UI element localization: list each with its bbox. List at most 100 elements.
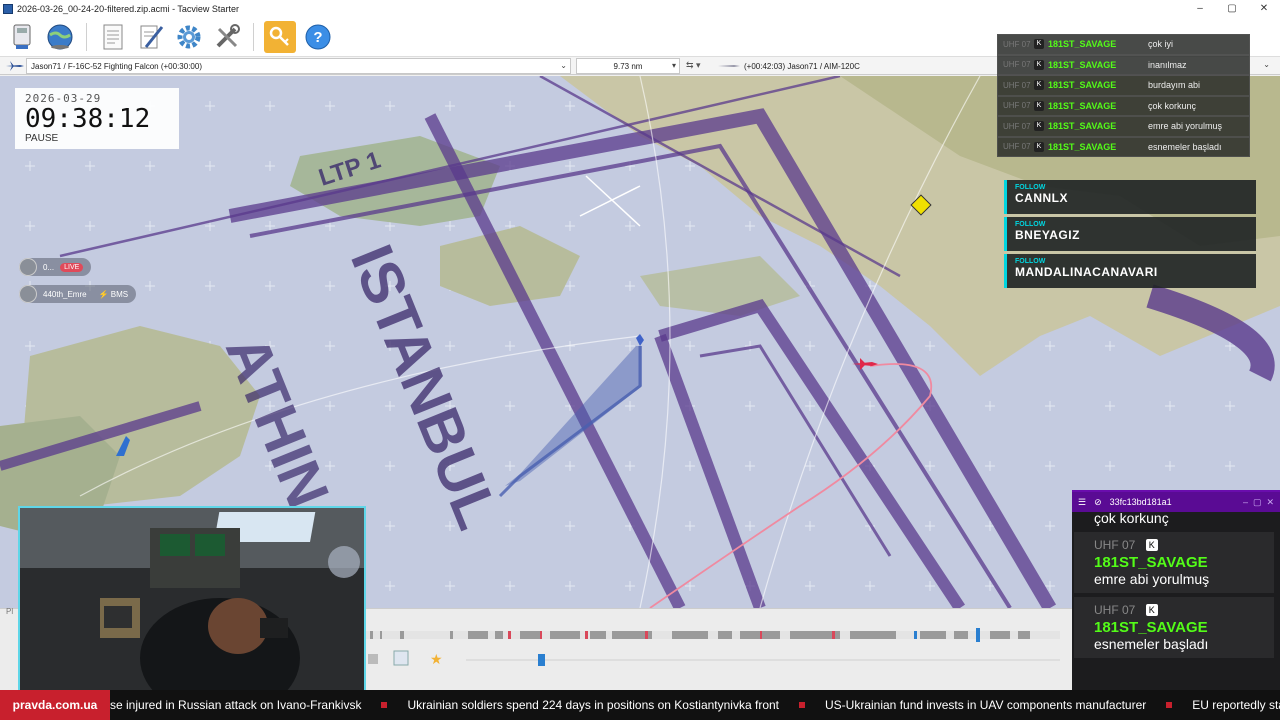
follow-label: FOLLOW	[1015, 184, 1046, 191]
chat-overlay-list: UHF 07 K 181ST_SAVAGE çok iyi UHF 07 K 1…	[997, 34, 1250, 158]
ticker-item: EU reportedly stalls Hu	[1192, 698, 1280, 712]
primary-object-select[interactable]: Jason71 / F-16C-52 Fighting Falcon (+00:…	[26, 58, 571, 74]
notepad-icon[interactable]	[135, 21, 167, 53]
news-ticker: se injured in Russian attack on Ivano-Fr…	[0, 690, 1280, 720]
close-button[interactable]: ✕	[1248, 0, 1280, 18]
link-mode-icon[interactable]: ⇆ ▾	[686, 60, 701, 71]
chat-message: inanılmaz	[1148, 59, 1187, 70]
favorite-star-icon: ★	[430, 652, 443, 668]
chat-channel: UHF 07	[1094, 538, 1136, 552]
chat-message: çok korkunç	[1148, 100, 1197, 111]
distance-value: 9.73 nm	[613, 61, 643, 71]
calendar-icon	[393, 650, 409, 666]
chat-channel: UHF 07	[1094, 603, 1136, 617]
live-user-entry[interactable]: 0... LIVE	[19, 258, 92, 276]
popout-controls[interactable]: – ▢ ✕	[1243, 497, 1274, 508]
chat-user: 181ST_SAVAGE	[1048, 39, 1117, 50]
kick-badge-icon: K	[1034, 39, 1044, 50]
follower-name: CANNLX	[1015, 191, 1068, 205]
user-name: 0...	[43, 262, 55, 272]
clock-label: 09:38:12	[25, 104, 151, 134]
follow-label: FOLLOW	[1015, 258, 1046, 265]
live-user-entry[interactable]: 440th_Emre ⚡ BMS	[19, 285, 137, 303]
avatar	[19, 258, 37, 276]
chat-user: 181ST_SAVAGE	[1094, 619, 1208, 636]
avatar	[19, 285, 37, 303]
chat-channel: UHF 07	[1003, 101, 1031, 111]
chat-message: emre abi yorulmuş	[1148, 121, 1223, 132]
zoom-slider-handle	[538, 654, 545, 666]
toolbar-separator	[86, 23, 87, 51]
aircraft-icon	[6, 61, 24, 73]
chat-user: 181ST_SAVAGE	[1094, 554, 1208, 571]
chat-row: UHF 07 K 181ST_SAVAGE emre abi yorulmuş	[997, 116, 1250, 137]
chat-popout-window: ☰ ⊘ 33fc13bd181a1 – ▢ ✕ çok korkunç UHF …	[1072, 490, 1280, 690]
tools-icon[interactable]	[211, 21, 243, 53]
chat-user: 181ST_SAVAGE	[1048, 59, 1117, 70]
ticker-item: se injured in Russian attack on Ivano-Fr…	[110, 698, 362, 712]
chat-message: esnemeler başladı	[1094, 636, 1209, 652]
event-ticks	[370, 631, 1030, 639]
minimize-button[interactable]: –	[1184, 0, 1216, 18]
chat-message: emre abi yorulmuş	[1094, 571, 1210, 587]
ticker-separator	[381, 702, 388, 708]
chevron-down-icon: ⌄	[1263, 60, 1270, 69]
chat-user: 181ST_SAVAGE	[1048, 80, 1117, 91]
follow-alert: FOLLOW BNEYAGIZ	[1004, 217, 1256, 251]
webcam-feed	[20, 508, 364, 690]
live-badge: LIVE	[60, 262, 84, 272]
window-controls: – ▢ ✕	[1184, 0, 1280, 18]
chat-user: 181ST_SAVAGE	[1048, 100, 1117, 111]
secondary-object-value: (+00:42:03) Jason71 / AIM-120C	[744, 61, 860, 71]
ticker-item: US-Ukrainian fund invests in UAV compone…	[825, 698, 1147, 712]
chat-popout-logo-icon: ⊘	[1094, 496, 1102, 507]
maximize-button[interactable]: ▢	[1216, 0, 1248, 18]
chat-channel: UHF 07	[1003, 60, 1031, 70]
chat-entry: UHF 07 K 181ST_SAVAGE esnemeler başladı	[1074, 597, 1274, 658]
app-icon	[3, 4, 13, 14]
timeline-control	[368, 654, 378, 664]
chat-row: UHF 07 K 181ST_SAVAGE çok korkunç	[997, 95, 1250, 116]
chat-user: 181ST_SAVAGE	[1048, 141, 1117, 152]
tacview-window: 2026-03-26_00-24-20-filtered.zip.acmi - …	[0, 0, 1280, 720]
chat-previous-message: çok korkunç	[1094, 512, 1169, 526]
bms-badge: ⚡ BMS	[98, 289, 129, 299]
chevron-down-icon: ▾	[671, 61, 676, 70]
webcam-overlay	[18, 506, 366, 692]
document-icon[interactable]	[97, 21, 129, 53]
window-title: 2026-03-26_00-24-20-filtered.zip.acmi - …	[17, 4, 239, 14]
kick-badge-icon: K	[1145, 538, 1158, 551]
help-icon[interactable]: ?	[302, 21, 334, 53]
usb-drive-icon[interactable]	[6, 21, 38, 53]
follow-alert: FOLLOW MANDALINACANAVARI	[1004, 254, 1256, 288]
gear-icon[interactable]	[173, 21, 205, 53]
missile-icon	[718, 61, 740, 73]
distance-field[interactable]: 9.73 nm ▾	[576, 58, 680, 74]
svg-text:?: ?	[313, 29, 322, 46]
key-icon[interactable]	[264, 21, 296, 53]
chat-channel: UHF 07	[1003, 121, 1031, 131]
ticker-separator	[799, 702, 805, 708]
follow-alert: FOLLOW CANNLX	[1004, 180, 1256, 214]
chat-popout-header: ☰ ⊘ 33fc13bd181a1 – ▢ ✕	[1072, 492, 1280, 512]
time-overlay: 2026-03-29 09:38:12 PAUSE	[15, 88, 179, 149]
playback-state-label: PAUSE	[25, 133, 59, 144]
chat-message: çok iyi	[1148, 39, 1174, 50]
primary-object-value: Jason71 / F-16C-52 Fighting Falcon (+00:…	[31, 61, 202, 71]
chevron-down-icon: ⌄	[560, 61, 567, 70]
ticker-items: se injured in Russian attack on Ivano-Fr…	[110, 690, 1280, 720]
kick-badge-icon: K	[1034, 121, 1044, 132]
kick-badge-icon: K	[1145, 603, 1158, 616]
follow-label: FOLLOW	[1015, 221, 1046, 228]
chat-entry: UHF 07 K 181ST_SAVAGE emre abi yorulmuş	[1074, 532, 1274, 593]
bms-badge-label: BMS	[110, 289, 129, 299]
toolbar-separator	[253, 23, 254, 51]
menu-icon[interactable]: ☰	[1078, 497, 1086, 508]
playhead-marker	[976, 628, 980, 642]
follower-name: MANDALINACANAVARI	[1015, 265, 1158, 279]
user-name: 440th_Emre	[43, 289, 87, 299]
chat-row: UHF 07 K 181ST_SAVAGE esnemeler başladı	[997, 136, 1250, 157]
timeline-label: Pl	[6, 607, 14, 616]
globe-icon[interactable]	[44, 21, 76, 53]
ticker-item: Ukrainian soldiers spend 224 days in pos…	[407, 698, 779, 712]
